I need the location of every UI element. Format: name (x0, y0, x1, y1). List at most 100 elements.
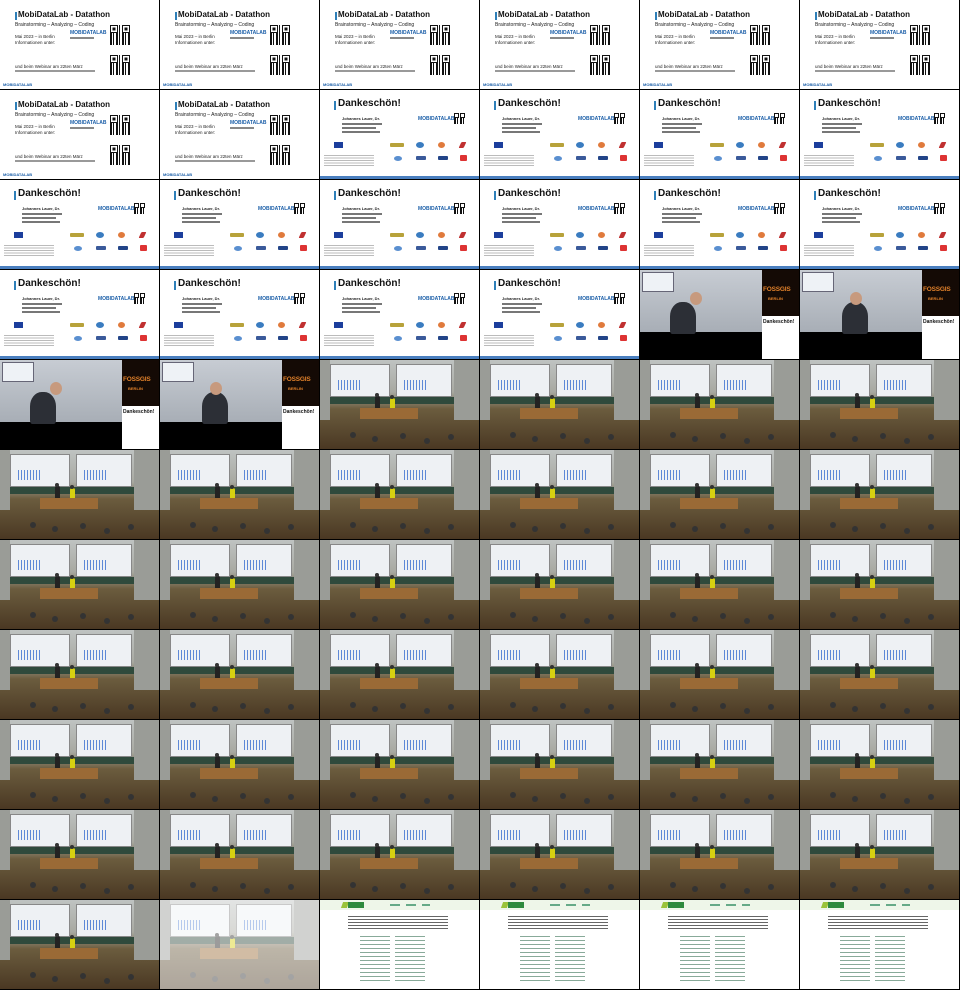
text-line (502, 303, 542, 305)
frame-lecture-hall (480, 810, 639, 899)
text-line (342, 127, 376, 129)
frame-dankeschoen-slide: Dankeschön! Johannes Lauer, Dr. MOBIDATA… (640, 180, 799, 269)
audience-head (560, 433, 566, 439)
person-head (535, 843, 539, 847)
person-head (710, 485, 714, 489)
qr-code-icon (430, 55, 450, 75)
slide-title: Dankeschön! (498, 188, 561, 199)
slide-plot (338, 470, 360, 480)
lectern-desk (360, 858, 418, 869)
qr-code-icon (294, 293, 305, 304)
speaker-name: Johannes Lauer, Dr. (22, 206, 61, 211)
audience-head (904, 528, 910, 534)
frame-dankeschoen-slide: Dankeschön! Johannes Lauer, Dr. MOBIDATA… (800, 180, 959, 269)
slide-plot (498, 380, 520, 390)
partner-logo (438, 232, 445, 238)
partner-logo (576, 246, 586, 250)
partner-logo (780, 245, 787, 251)
title-accent-bar (15, 102, 17, 110)
slide-footer-logo: MOBIDATALAB (3, 82, 33, 87)
funding-fine-print (164, 335, 214, 347)
slide-plot (498, 740, 520, 750)
audience-head (852, 796, 858, 802)
qr-code-icon (110, 145, 130, 165)
person-head (710, 395, 714, 399)
wall-column (160, 540, 170, 600)
frame-dankeschoen-slide: Dankeschön! Johannes Lauer, Dr. MOBIDATA… (320, 270, 479, 359)
eu-flag-icon (814, 142, 823, 148)
audience-head (608, 434, 614, 440)
audience-head (30, 522, 36, 528)
partner-logo (118, 246, 128, 250)
slide-title: MobiDataLab - Datathon (178, 10, 270, 19)
audience-head (584, 618, 590, 624)
fade-overlay (160, 900, 319, 989)
audience-head (350, 612, 356, 618)
wall-column (614, 630, 639, 690)
slide-plot (724, 830, 746, 840)
audience-head (264, 888, 270, 894)
mobidatalab-logo: MOBIDATALAB (258, 206, 295, 212)
lectern-desk (680, 408, 738, 419)
logo-url-line (870, 37, 894, 39)
audience-head (830, 612, 836, 618)
webinar-url-line (175, 70, 255, 72)
partner-logo (758, 156, 768, 160)
slide-info-line: Informationen unter: (175, 40, 216, 45)
slide-plot (724, 650, 746, 660)
audience-head (928, 794, 934, 800)
eu-flag-icon (654, 142, 663, 148)
qr-code-icon (614, 113, 625, 124)
slide-plot (84, 740, 106, 750)
projection-screen (162, 362, 194, 382)
fossgis-logo-text: FOSSGIS (923, 286, 951, 293)
partner-logo (918, 142, 925, 148)
partner-logo (554, 336, 562, 341)
wall-column (774, 810, 799, 870)
eu-flag-icon (494, 142, 503, 148)
slide-title: MobiDataLab - Datathon (658, 10, 750, 19)
qr-code-icon (270, 25, 290, 45)
partner-logo (918, 246, 928, 250)
audience-head (692, 526, 698, 532)
person-head (390, 665, 394, 669)
person-head (70, 935, 74, 939)
slide-plot (658, 470, 680, 480)
person-head (535, 663, 539, 667)
slide-plot (244, 830, 266, 840)
text-line (182, 307, 216, 309)
qr-code-icon (454, 113, 465, 124)
audience-head (80, 793, 86, 799)
text-line (662, 123, 702, 125)
frame-datathon-slide: MobiDataLab - Datathon Brainstorming – A… (320, 0, 479, 89)
audience-head (448, 434, 454, 440)
frame-dankeschoen-slide: Dankeschön! Johannes Lauer, Dr. MOBIDATA… (480, 90, 639, 179)
slide-plot (18, 920, 40, 930)
slide-info-line: Informationen unter: (15, 130, 56, 135)
audience-head (670, 522, 676, 528)
audience-head (264, 618, 270, 624)
partner-logo (918, 232, 925, 238)
intro-text (668, 916, 768, 930)
person-head (550, 665, 554, 669)
partner-logo (938, 142, 947, 148)
fossgis-poster (922, 270, 959, 316)
wall-column (0, 450, 10, 510)
audience-head (104, 528, 110, 534)
audience-head (584, 708, 590, 714)
qr-code-icon (614, 293, 625, 304)
wall-column (294, 630, 319, 690)
funding-fine-print (644, 155, 694, 167)
partner-logo (96, 246, 106, 250)
person-head (390, 395, 394, 399)
audience-head (852, 886, 858, 892)
eu-flag-icon (174, 232, 183, 238)
text-line (502, 127, 536, 129)
slide-title: Dankeschön! (658, 188, 721, 199)
wall-column (320, 630, 330, 690)
wall-column (934, 360, 959, 420)
projection-screen (802, 272, 834, 292)
person-head (535, 753, 539, 757)
slide-plot (884, 650, 906, 660)
funding-fine-print (484, 335, 534, 347)
